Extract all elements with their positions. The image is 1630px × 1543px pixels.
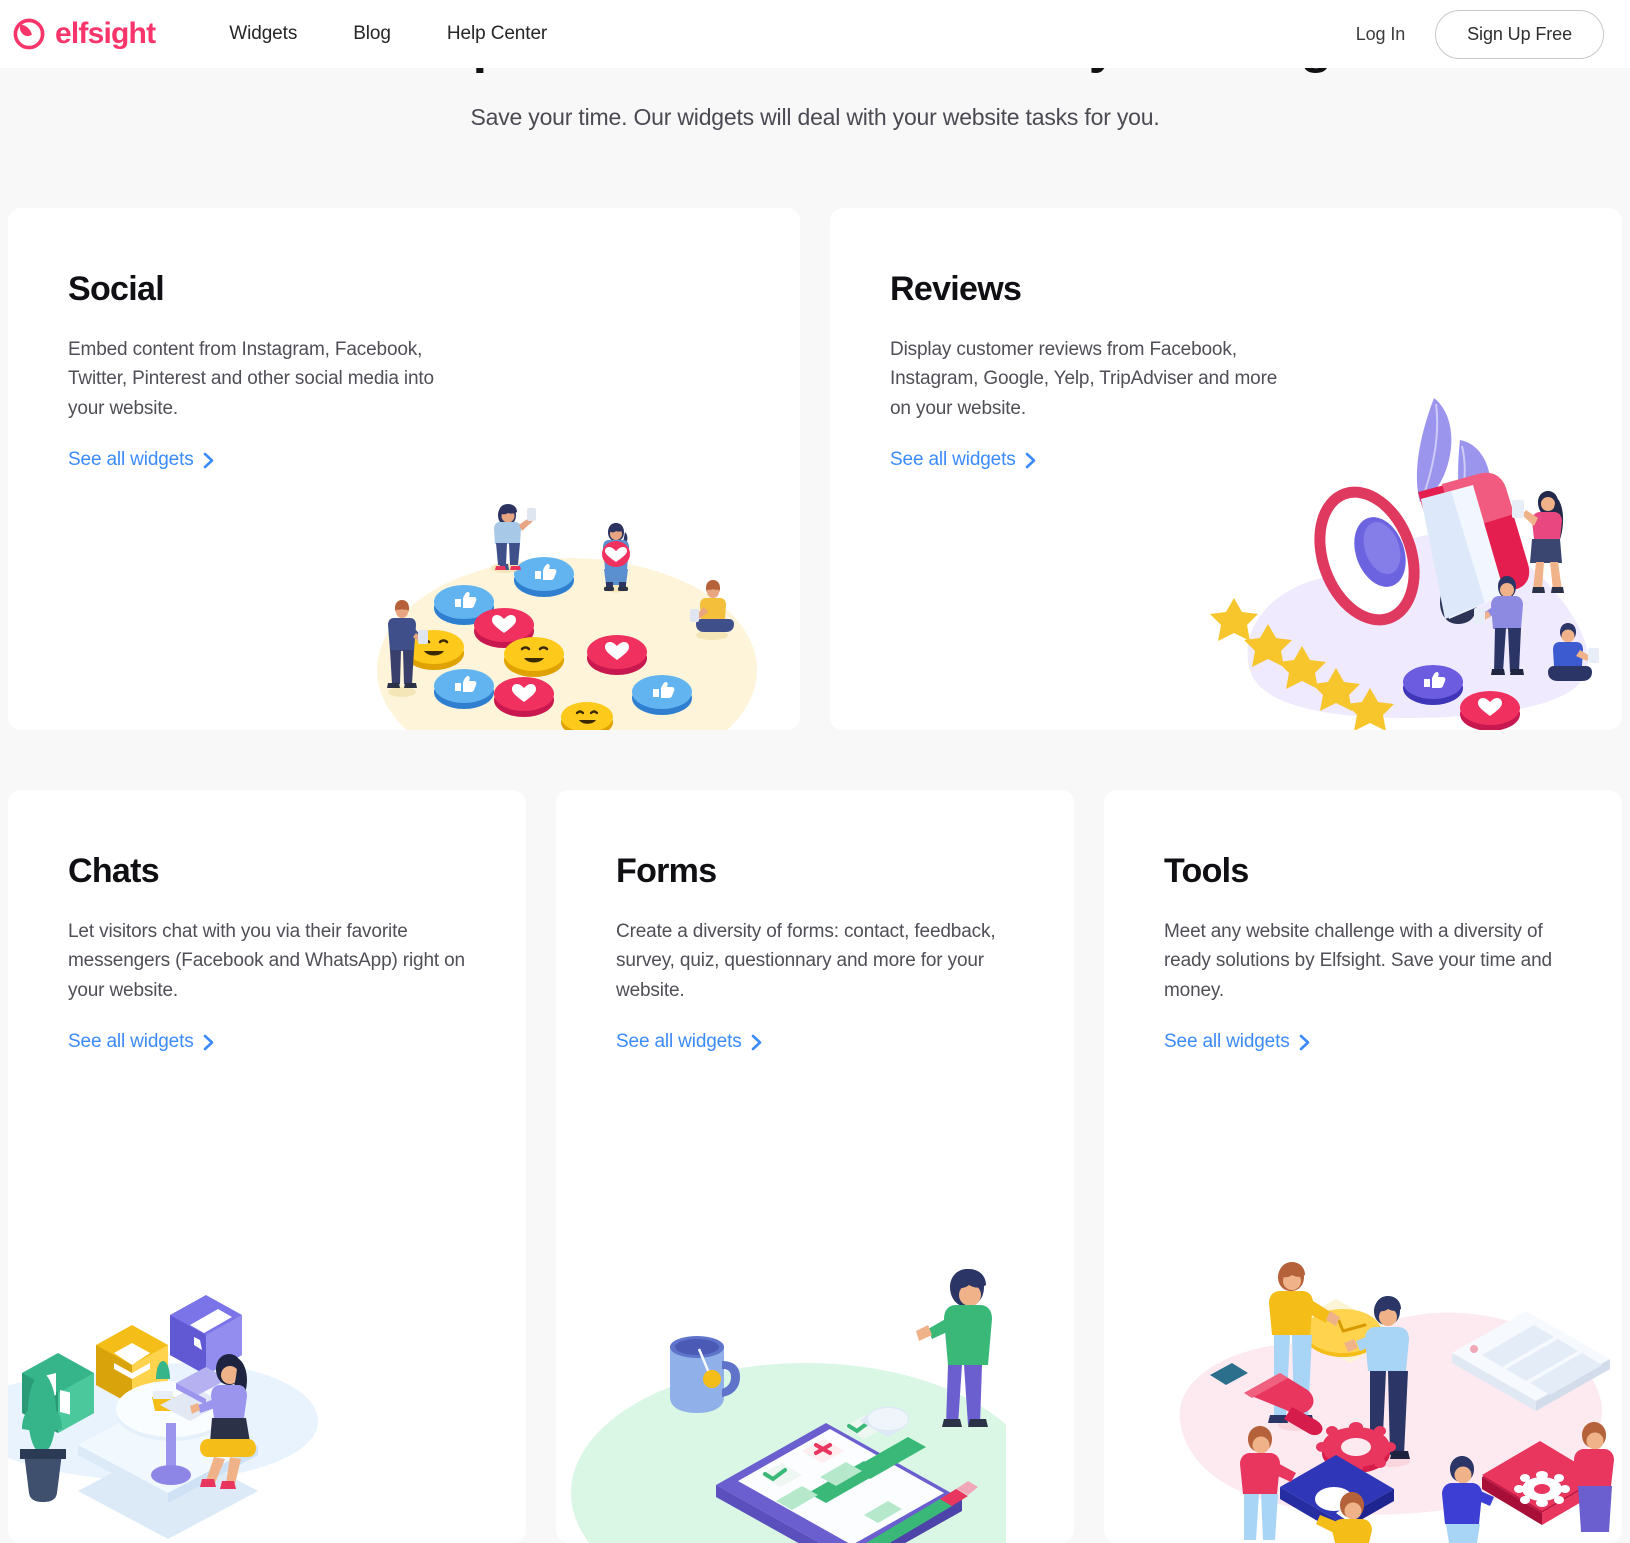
card-chats[interactable]: Chats Let visitors chat with you via the… (8, 790, 526, 1543)
chevron-right-icon (203, 1034, 213, 1051)
social-reactions-illustration (372, 470, 772, 730)
nav-item-help-center[interactable]: Help Center (447, 23, 547, 45)
card-social-see-all-widgets-link[interactable]: See all widgets (68, 449, 214, 471)
card-tools[interactable]: Tools Meet any website challenge with a … (1104, 790, 1622, 1543)
card-reviews-see-all-widgets-link[interactable]: See all widgets (890, 449, 1036, 471)
clipboard-checklist-illustration (566, 1243, 1006, 1543)
tools-gears-illustration (1144, 1223, 1614, 1543)
nav-item-widgets[interactable]: Widgets (229, 23, 297, 45)
log-in-link[interactable]: Log In (1356, 24, 1406, 45)
card-reviews-description: Display customer reviews from Facebook, … (890, 339, 1278, 419)
logo[interactable]: elfsight (12, 17, 156, 51)
card-forms-body: Forms Create a diversity of forms: conta… (556, 790, 1074, 1053)
card-social-link-label: See all widgets (68, 449, 194, 471)
cards-row-bottom: Chats Let visitors chat with you via the… (8, 790, 1622, 1543)
card-tools-link-label: See all widgets (1164, 1031, 1290, 1053)
card-tools-description: Meet any website challenge with a divers… (1164, 921, 1552, 1001)
chevron-right-icon (1025, 452, 1035, 469)
card-tools-see-all-widgets-link[interactable]: See all widgets (1164, 1031, 1310, 1053)
card-tools-body: Tools Meet any website challenge with a … (1104, 790, 1622, 1053)
card-chats-link-label: See all widgets (68, 1031, 194, 1053)
card-social-title: Social (68, 270, 165, 308)
chat-desk-illustration (8, 1223, 368, 1543)
elfsight-logo-icon (13, 18, 45, 50)
card-tools-title: Tools (1164, 852, 1249, 890)
site-header: elfsight Widgets Blog Help Center Log In… (0, 0, 1630, 68)
card-social-description: Embed content from Instagram, Facebook, … (68, 339, 434, 419)
card-reviews-body: Reviews Display customer reviews from Fa… (830, 208, 1622, 471)
card-forms-description: Create a diversity of forms: contact, fe… (616, 921, 996, 1001)
nav-item-blog[interactable]: Blog (353, 23, 391, 45)
sign-up-free-button[interactable]: Sign Up Free (1435, 9, 1604, 59)
hero-subtitle: Save your time. Our widgets will deal wi… (470, 104, 1160, 130)
header-actions: Log In Sign Up Free (1356, 9, 1604, 59)
card-forms-see-all-widgets-link[interactable]: See all widgets (616, 1031, 762, 1053)
chevron-right-icon (203, 452, 213, 469)
main-nav: Widgets Blog Help Center (229, 23, 547, 45)
page-root: Smart response to website efficiency cha… (0, 0, 1630, 1543)
card-forms-link-label: See all widgets (616, 1031, 742, 1053)
card-chats-title: Chats (68, 852, 160, 890)
chevron-right-icon (751, 1034, 761, 1051)
card-chats-see-all-widgets-link[interactable]: See all widgets (68, 1031, 214, 1053)
card-forms-title: Forms (616, 852, 717, 890)
card-chats-description: Let visitors chat with you via their fav… (68, 921, 465, 1001)
card-social-body: Social Embed content from Instagram, Fac… (8, 208, 800, 471)
card-reviews[interactable]: Reviews Display customer reviews from Fa… (830, 208, 1622, 730)
card-reviews-link-label: See all widgets (890, 449, 1016, 471)
card-chats-body: Chats Let visitors chat with you via the… (8, 790, 526, 1053)
logo-text: elfsight (55, 17, 156, 50)
card-forms[interactable]: Forms Create a diversity of forms: conta… (556, 790, 1074, 1543)
chevron-right-icon (1299, 1034, 1309, 1051)
card-social[interactable]: Social Embed content from Instagram, Fac… (8, 208, 800, 730)
cards-row-top: Social Embed content from Instagram, Fac… (8, 208, 1622, 730)
card-reviews-title: Reviews (890, 270, 1022, 308)
